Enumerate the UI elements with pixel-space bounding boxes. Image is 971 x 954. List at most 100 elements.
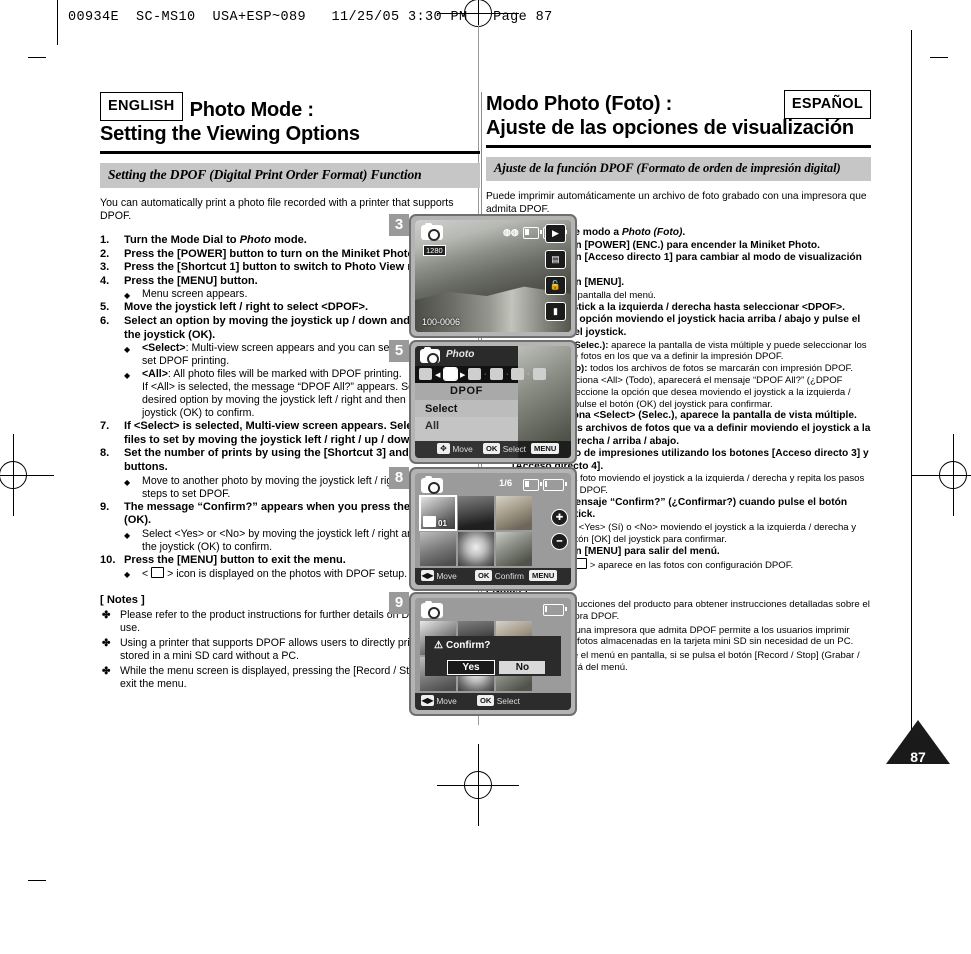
right-arrow-icon: ▶ — [460, 372, 466, 379]
dot-separator-icon: · — [484, 371, 487, 378]
lcd-bottom-bar: ◀▶ Move OK Select — [415, 693, 571, 710]
registration-mark-right — [912, 434, 971, 516]
copy-tab-icon[interactable] — [490, 368, 503, 380]
menu-key-icon: MENU — [529, 570, 558, 581]
move-label: Move — [436, 571, 457, 581]
print-count-label: 01 — [438, 519, 447, 528]
confirm-yes-button[interactable]: Yes — [447, 660, 495, 675]
note-bullet-icon: ✤ — [102, 638, 111, 650]
delete-button-icon[interactable]: ▮ — [545, 302, 566, 321]
spanish-title-line2: Ajuste de las opciones de visualización — [486, 117, 854, 139]
dot-separator-icon: · — [506, 371, 509, 378]
menu-mode-label: Photo — [446, 349, 475, 360]
english-title-line1: Photo Mode : — [189, 99, 314, 121]
dot-separator-icon: · — [527, 371, 530, 378]
trim-rule-right — [911, 30, 912, 730]
lcd-multiview-screen: 1/6 01 ✚ ━ ◀▶ Move OK Confirm MENU Exit — [409, 467, 577, 591]
step-badge-5: 5 — [389, 340, 409, 362]
photo-thumbnail-grid: 01 — [419, 495, 532, 566]
spanish-title: Modo Photo (Foto) : ESPAÑOL Ajuste de la… — [486, 90, 871, 140]
diamond-bullet-icon: ◆ — [124, 477, 131, 487]
step-number: 6. — [100, 314, 110, 327]
thumbnail-cell-2[interactable] — [458, 496, 494, 530]
trim-mark-left-bottom — [28, 880, 46, 881]
step-sub-text: Menu screen appears. — [142, 288, 248, 301]
note-text: Using a printer that supports DPOF allow… — [120, 637, 454, 663]
registration-mark-left — [0, 434, 54, 516]
move-label: Move — [436, 696, 457, 706]
step-sub-text: Vaya a otra foto moviendo el joystick a … — [529, 473, 865, 497]
step-number: 4. — [100, 274, 110, 287]
lcd-dpof-menu-screen: Photo ◀ ▶ · · · DPOF Select All ✥ Move O… — [409, 340, 577, 464]
step-number: 1. — [100, 234, 110, 246]
thumbnail-cell-3[interactable] — [496, 496, 532, 530]
increase-prints-button-icon[interactable]: ✚ — [551, 509, 568, 526]
lcd-screen-area: Photo ◀ ▶ · · · DPOF Select All ✥ Move O… — [415, 346, 571, 458]
thumbnail-cell-6[interactable] — [496, 532, 532, 566]
resolution-tab-icon[interactable] — [468, 368, 481, 380]
move-label: Move — [452, 444, 473, 454]
menu-submenu-title: DPOF — [415, 383, 518, 400]
dpof-print-icon — [151, 567, 165, 579]
multi-view-button-icon[interactable]: ▤ — [545, 250, 566, 269]
confirm-dialog: ⚠ Confirm? Yes No — [425, 636, 561, 676]
step-text: Press the [POWER] button to turn on the … — [124, 247, 418, 260]
ok-key-icon: OK — [475, 570, 493, 581]
step-number: 5. — [100, 301, 110, 314]
step-number: 2. — [100, 247, 110, 260]
menu-title-bar: Photo — [415, 346, 518, 366]
diamond-bullet-icon: ◆ — [124, 570, 131, 580]
english-title-rule — [100, 151, 480, 154]
page-number-label: 87 — [910, 749, 926, 765]
battery-small-icon — [523, 227, 542, 239]
note-bullet-icon: ✤ — [102, 666, 111, 678]
menu-option-select[interactable]: Select — [415, 400, 518, 417]
step-badge-8: 8 — [389, 467, 409, 489]
spanish-intro: Puede imprimir automáticamente un archiv… — [486, 191, 867, 215]
decrease-prints-button-icon[interactable]: ━ — [551, 533, 568, 550]
dpof-print-icon — [423, 516, 436, 527]
step-number: 10. — [100, 553, 116, 566]
camera-mode-icon — [420, 346, 440, 365]
lcd-confirm-screen: ⚠ Confirm? Yes No ◀▶ Move OK Select — [409, 592, 577, 716]
lock-tab-icon[interactable] — [533, 368, 546, 380]
step-sub-cont: Si se selecciona <All> (Todo), aparecerá… — [529, 374, 851, 410]
play-button-icon[interactable]: ▶ — [545, 224, 566, 243]
thumbnail-cell-4[interactable] — [420, 532, 456, 566]
warning-icon: ⚠ — [434, 640, 443, 651]
multi-view-tab-icon[interactable] — [419, 368, 432, 380]
battery-icon — [543, 604, 567, 616]
photo-counter-label: 1/6 — [499, 478, 513, 489]
step-number: 3. — [100, 261, 110, 274]
file-name-label: 100-0006 — [422, 317, 461, 327]
step-text: The message “Confirm?” appears when you … — [124, 500, 455, 527]
thumbnail-cell-1[interactable]: 01 — [419, 495, 457, 531]
diamond-bullet-icon: ◆ — [124, 371, 131, 381]
spanish-title-rule — [486, 145, 871, 148]
thumbnail-cell-5[interactable] — [458, 532, 494, 566]
dpof-tab-icon[interactable] — [443, 367, 458, 381]
step-number: 7. — [100, 420, 110, 433]
spanish-section-band: Ajuste de la función DPOF (Formato de or… — [486, 157, 871, 181]
lock-button-icon[interactable]: 🔓 — [545, 276, 566, 295]
battery-icon — [543, 479, 567, 491]
joystick-key-icon: ◀▶ — [421, 695, 434, 706]
delete-tab-icon[interactable] — [511, 368, 524, 380]
confirm-no-button[interactable]: No — [499, 661, 546, 674]
menu-option-all[interactable]: All — [415, 417, 518, 434]
confirm-buttons: Yes No — [447, 657, 546, 675]
spanish-title-line1: Modo Photo (Foto) : — [486, 93, 673, 115]
step-sub-text: todos los archivos de fotos se marcarán … — [587, 363, 853, 375]
memory-card-icon: ◍◍ — [503, 227, 519, 237]
english-title: ENGLISH Photo Mode : Setting the Viewing … — [100, 92, 480, 146]
menu-key-icon: MENU — [531, 443, 560, 454]
diamond-bullet-icon: ◆ — [124, 530, 131, 540]
ok-label: Select — [496, 696, 520, 706]
battery-small-icon — [523, 479, 542, 491]
ok-key-icon: OK — [477, 695, 495, 706]
lcd-bottom-bar: ◀▶ Move OK Confirm MENU Exit — [415, 568, 571, 585]
step-text: Move the joystick left / right to select… — [124, 301, 369, 314]
step-sub-text: : All photo files will be marked with DP… — [167, 368, 402, 381]
step-badge-3: 3 — [389, 214, 409, 236]
step-number: 8. — [100, 447, 110, 460]
